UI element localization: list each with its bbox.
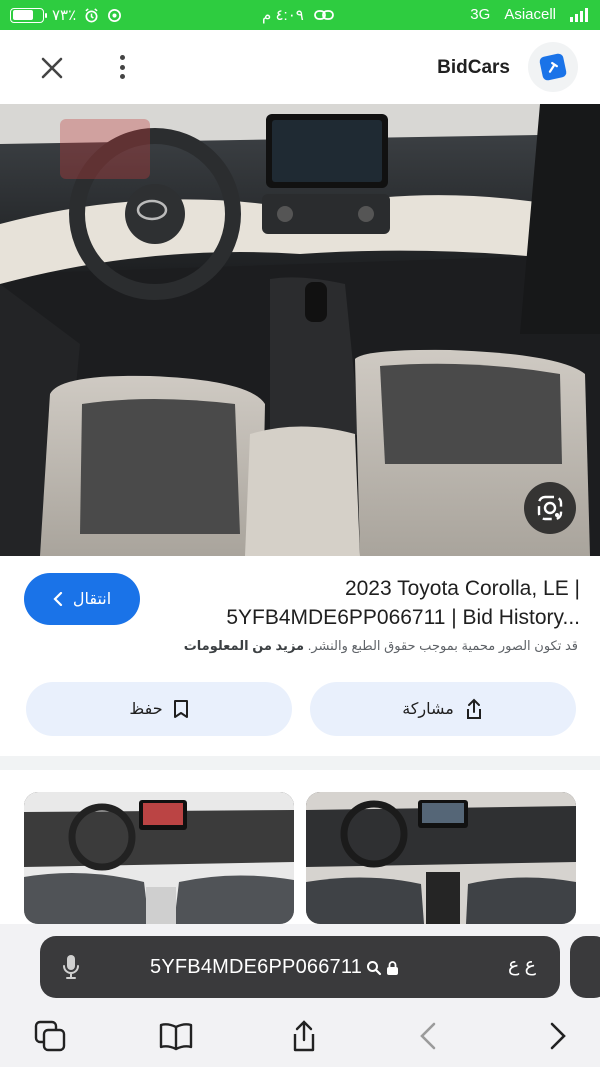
share-page-button[interactable] bbox=[286, 1018, 322, 1054]
bidcars-logo-icon bbox=[538, 52, 568, 82]
bookmark-icon bbox=[173, 700, 188, 718]
url-text: 5YFB4MDE6PP066711 bbox=[150, 956, 363, 978]
share-icon bbox=[466, 698, 481, 719]
share-icon bbox=[293, 1020, 315, 1052]
share-label: مشاركة bbox=[402, 701, 454, 718]
carrier-name: Asiacell bbox=[504, 6, 556, 23]
back-button[interactable] bbox=[410, 1018, 446, 1054]
voice-search-button[interactable] bbox=[62, 954, 80, 985]
address-bar[interactable]: 5YFB4MDE6PP066711 ع ع bbox=[40, 936, 560, 998]
tabs-icon bbox=[34, 1020, 66, 1052]
next-tab-preview[interactable] bbox=[570, 936, 600, 998]
copyright-notice: قد تكون الصور محمية بموجب حقوق الطبع وال… bbox=[18, 638, 578, 654]
clock: ٤:٠٩ م bbox=[262, 7, 304, 24]
section-divider bbox=[0, 756, 600, 770]
link-icon bbox=[313, 10, 334, 20]
back-arrow-icon bbox=[420, 1022, 436, 1050]
lock-icon bbox=[387, 960, 399, 975]
status-bar: ٧٣٪ ٤:٠٩ م 3G Asiacell bbox=[0, 0, 600, 30]
car-interior-thumbnail bbox=[306, 792, 576, 924]
url-display[interactable]: 5YFB4MDE6PP066711 bbox=[150, 956, 399, 979]
more-info-link[interactable]: مزيد من المعلومات bbox=[184, 638, 304, 653]
copyright-text: قد تكون الصور محمية بموجب حقوق الطبع وال… bbox=[307, 638, 578, 653]
network-type: 3G bbox=[470, 6, 491, 23]
signal-icon bbox=[570, 7, 588, 22]
header: BidCars bbox=[0, 30, 600, 104]
bookmarks-button[interactable] bbox=[158, 1018, 194, 1054]
main-image[interactable] bbox=[0, 104, 600, 556]
bookmarks-icon bbox=[159, 1023, 193, 1051]
related-image-2[interactable] bbox=[306, 792, 576, 924]
google-lens-button[interactable] bbox=[524, 482, 576, 534]
alarm-icon bbox=[85, 7, 98, 22]
save-label: حفظ bbox=[129, 701, 163, 718]
close-button[interactable] bbox=[38, 54, 66, 82]
tabs-button[interactable] bbox=[32, 1018, 68, 1054]
site-logo[interactable] bbox=[528, 42, 578, 92]
browser-toolbar bbox=[0, 1010, 600, 1060]
site-name[interactable]: BidCars bbox=[437, 57, 510, 79]
save-button[interactable]: حفظ bbox=[26, 682, 292, 736]
forward-arrow-icon bbox=[550, 1022, 566, 1050]
visit-label: انتقال bbox=[72, 591, 112, 608]
battery-icon bbox=[10, 7, 47, 23]
visit-button[interactable]: انتقال bbox=[24, 573, 140, 625]
lens-icon bbox=[537, 495, 563, 521]
share-button[interactable]: مشاركة bbox=[310, 682, 576, 736]
related-image-1[interactable] bbox=[24, 792, 294, 924]
search-icon bbox=[367, 960, 382, 975]
more-options-button[interactable] bbox=[112, 52, 132, 82]
forward-button[interactable] bbox=[540, 1018, 576, 1054]
result-title[interactable]: 2023 Toyota Corolla, LE | 5YFB4MDE6PP066… bbox=[160, 574, 580, 632]
microphone-icon bbox=[63, 955, 79, 979]
text-size-button[interactable]: ع ع bbox=[508, 954, 536, 977]
chevron-left-icon bbox=[53, 592, 62, 606]
data-saver-icon bbox=[108, 8, 122, 22]
close-icon bbox=[41, 57, 63, 79]
result-title-line-1: 2023 Toyota Corolla, LE | bbox=[344, 577, 580, 600]
more-vertical-icon bbox=[119, 55, 125, 60]
car-interior-thumbnail bbox=[24, 792, 294, 924]
car-interior-image bbox=[0, 104, 600, 556]
battery-percent: ٧٣٪ bbox=[52, 7, 77, 24]
result-title-line-2: 5YFB4MDE6PP066711 | Bid History... bbox=[226, 606, 580, 629]
